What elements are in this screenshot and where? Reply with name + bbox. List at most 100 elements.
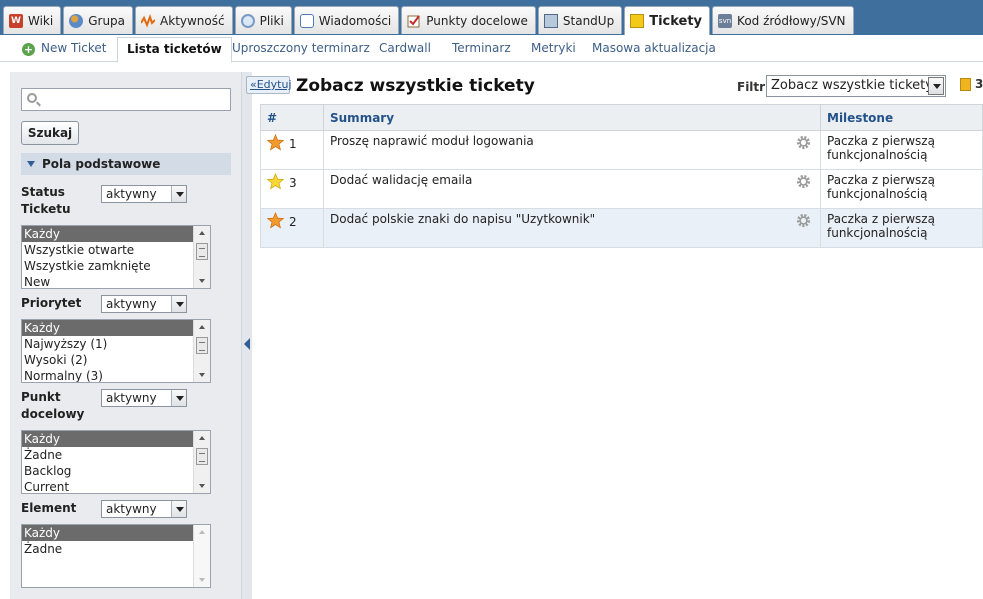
scroll-down-icon[interactable]	[199, 578, 205, 582]
table-row[interactable]: 3 Dodać walidację emaila Paczka z pierws…	[260, 169, 983, 209]
priority-listbox[interactable]: Każdy Najwyższy (1) Wysoki (2) Normalny …	[21, 319, 211, 383]
ticket-number-cell: 2	[260, 208, 324, 248]
gear-icon[interactable]	[796, 135, 811, 150]
ticket-number-cell: 1	[260, 130, 324, 170]
ticket-number-cell: 3	[260, 169, 324, 209]
list-option[interactable]: Żadne	[22, 447, 193, 463]
tab-schedule[interactable]: Terminarz	[452, 41, 511, 55]
new-ticket-label: New Ticket	[41, 41, 107, 55]
scroll-down-icon[interactable]	[199, 373, 205, 377]
status-listbox[interactable]: Każdy Wszystkie otwarte Wszystkie zamkni…	[21, 225, 211, 289]
gear-icon[interactable]	[796, 213, 811, 228]
gear-icon[interactable]	[796, 174, 811, 189]
sidebar-collapse-splitter[interactable]	[241, 72, 252, 599]
list-option[interactable]: Current	[22, 479, 193, 493]
new-ticket-link[interactable]: + New Ticket	[22, 41, 107, 56]
tab-simple-schedule[interactable]: Uproszczony terminarz	[232, 41, 370, 55]
tab-cardwall[interactable]: Cardwall	[379, 41, 431, 55]
list-option[interactable]: Każdy	[22, 226, 193, 242]
select-value: aktywny	[106, 391, 157, 405]
scroll-thumb[interactable]	[196, 337, 208, 354]
tab-tickets[interactable]: Tickety	[624, 6, 711, 35]
column-header-number[interactable]: #	[260, 104, 324, 131]
scroll-up-icon[interactable]	[199, 231, 205, 235]
star-icon[interactable]	[267, 173, 284, 190]
tab-files[interactable]: Pliki	[234, 6, 292, 34]
plus-icon: +	[22, 43, 35, 56]
tab-messages[interactable]: Wiadomości	[293, 6, 400, 34]
list-option[interactable]: Każdy	[22, 431, 193, 447]
collapse-left-icon[interactable]	[244, 338, 250, 350]
listbox-scrollbar[interactable]	[193, 226, 210, 288]
scroll-up-icon[interactable]	[199, 530, 205, 534]
element-mode-select[interactable]: aktywny	[101, 500, 187, 518]
chevron-down-icon[interactable]	[171, 501, 186, 517]
list-option[interactable]: Wszystkie zamknięte	[22, 258, 193, 274]
tab-label: Pliki	[259, 13, 284, 28]
tab-standup[interactable]: StandUp	[537, 6, 623, 34]
top-tab-bar: W Wiki Grupa Aktywność Pliki Wiadomości …	[0, 0, 983, 35]
basic-fields-section-toggle[interactable]: Pola podstawowe	[21, 153, 231, 175]
ticket-summary-link[interactable]: Proszę naprawić moduł logowania	[330, 134, 534, 148]
scroll-down-icon[interactable]	[199, 484, 205, 488]
star-icon[interactable]	[267, 212, 284, 229]
list-option[interactable]: Wysoki (2)	[22, 352, 193, 368]
search-input[interactable]	[21, 88, 231, 111]
column-header-summary[interactable]: Summary	[323, 104, 821, 131]
view-filter-select[interactable]: Zobacz wszystkie tickety	[766, 75, 946, 97]
filter-label-milestone: Punkt docelowy	[21, 390, 85, 421]
scroll-down-icon[interactable]	[199, 279, 205, 283]
ticket-id: 1	[289, 137, 297, 151]
summary-cell: Dodać walidację emaila	[323, 169, 821, 209]
column-header-milestone[interactable]: Milestone	[820, 104, 983, 131]
list-option[interactable]: Żadne	[22, 541, 193, 557]
list-option[interactable]: Każdy	[22, 320, 193, 336]
ticket-summary-link[interactable]: Dodać polskie znaki do napisu "Uzytkowni…	[330, 212, 595, 226]
priority-mode-select[interactable]: aktywny	[101, 295, 187, 313]
tab-group[interactable]: Grupa	[63, 6, 134, 34]
milestones-icon	[407, 14, 421, 28]
list-option[interactable]: Wszystkie otwarte	[22, 242, 193, 258]
scroll-thumb[interactable]	[196, 448, 208, 465]
tab-label: Tickety	[649, 13, 703, 29]
feed-icon[interactable]	[960, 78, 971, 91]
scroll-up-icon[interactable]	[199, 436, 205, 440]
element-listbox[interactable]: Każdy Żadne	[21, 524, 211, 588]
tickets-table: # Summary Milestone 1 Proszę naprawić mo…	[260, 104, 983, 248]
edit-view-button[interactable]: «Edytuj	[246, 76, 292, 94]
list-option[interactable]: New	[22, 274, 193, 288]
chevron-down-icon[interactable]	[171, 296, 186, 312]
scroll-up-icon[interactable]	[199, 325, 205, 329]
search-button[interactable]: Szukaj	[21, 121, 79, 145]
tab-bulk-update[interactable]: Masowa aktualizacja	[592, 41, 716, 55]
filter-label-status: Status Ticketu	[21, 185, 71, 216]
filter-sidebar: Szukaj Pola podstawowe Status Ticketu ak…	[10, 72, 241, 599]
tab-metrics[interactable]: Metryki	[531, 41, 576, 55]
list-option[interactable]: Backlog	[22, 463, 193, 479]
milestone-mode-select[interactable]: aktywny	[101, 389, 187, 407]
milestone-cell: Paczka z pierwszą funkcjonalnością	[820, 130, 983, 170]
listbox-scrollbar[interactable]	[193, 431, 210, 493]
star-icon[interactable]	[267, 134, 284, 151]
chevron-down-icon[interactable]	[928, 77, 944, 95]
list-option[interactable]: Normalny (3)	[22, 368, 193, 382]
ticket-summary-link[interactable]: Dodać walidację emaila	[330, 173, 472, 187]
milestone-listbox[interactable]: Każdy Żadne Backlog Current	[21, 430, 211, 494]
chevron-down-icon[interactable]	[171, 186, 186, 202]
activity-icon	[141, 13, 156, 28]
tab-activity[interactable]: Aktywność	[135, 6, 233, 34]
table-row[interactable]: 2 Dodać polskie znaki do napisu "Uzytkow…	[260, 208, 983, 248]
tab-wiki[interactable]: W Wiki	[3, 6, 62, 34]
table-row[interactable]: 1 Proszę naprawić moduł logowania Paczka…	[260, 130, 983, 170]
ticket-id: 3	[289, 176, 297, 190]
tab-milestones[interactable]: Punkty docelowe	[401, 6, 536, 34]
scroll-thumb[interactable]	[196, 243, 208, 260]
listbox-scrollbar[interactable]	[193, 525, 210, 587]
tab-ticket-list[interactable]: Lista ticketów	[117, 37, 232, 63]
chevron-down-icon[interactable]	[171, 390, 186, 406]
list-option[interactable]: Każdy	[22, 525, 193, 541]
list-option[interactable]: Najwyższy (1)	[22, 336, 193, 352]
listbox-scrollbar[interactable]	[193, 320, 210, 382]
tab-svn[interactable]: svn Kod źródłowy/SVN	[712, 6, 854, 34]
status-mode-select[interactable]: aktywny	[101, 185, 187, 203]
